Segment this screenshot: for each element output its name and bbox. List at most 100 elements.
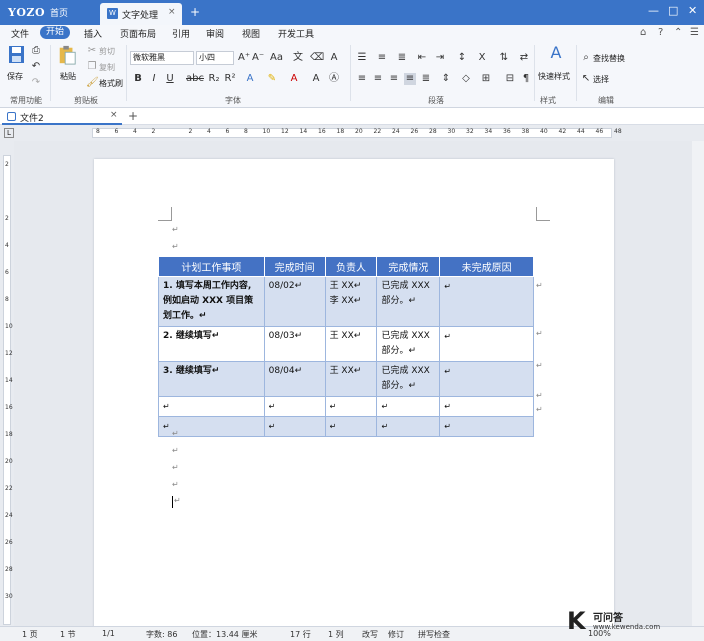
font-color-icon[interactable]: A [288,73,300,85]
numbering-icon[interactable]: ≡ [376,52,388,64]
font-size-select[interactable]: 小四 [196,51,234,65]
menu-insert[interactable]: 插入 [84,27,102,40]
table-cell[interactable]: ↵ [263,396,326,417]
justify-icon[interactable]: ≡ [404,73,416,85]
table-cell[interactable]: 王 XX↵ [324,326,378,362]
menu-page-layout[interactable]: 页面布局 [120,27,156,40]
table-cell[interactable]: 2. 继续填写↵ [158,326,265,362]
close-window-icon[interactable]: ✕ [688,4,697,17]
menu-reference[interactable]: 引用 [172,27,190,40]
table-cell[interactable]: ↵ [439,276,534,327]
status-spellcheck[interactable]: 拼写检查 [418,629,450,640]
bullets-icon[interactable]: ☰ [356,52,368,64]
paste-button[interactable]: 粘贴 [60,71,76,82]
document-tab[interactable]: 文件2 × [2,108,122,125]
quick-style-button[interactable]: 快速样式 [538,71,570,82]
table-cell[interactable]: ↵ [376,416,441,437]
grow-font-icon[interactable]: A⁺ [238,52,250,64]
italic-icon[interactable]: I [148,73,160,85]
header-reason[interactable]: 未完成原因 [439,256,534,277]
table-cell[interactable]: ↵ [324,396,378,417]
clear-format-icon[interactable]: ⌫ [310,52,324,64]
underline-icon[interactable]: U [164,73,176,85]
document-page[interactable]: ↵ ↵ 计划工作事项 完成时间 负责人 完成情况 未完成原因 1. 填写本周工作… [94,159,614,629]
table-cell[interactable]: ↵ [263,416,326,437]
char-shading-icon[interactable]: A [310,73,322,85]
horizontal-ruler[interactable]: L 8 6 4 2 2 4 6 8 10 12 14 16 18 20 22 24 26 28 30 32 34 36 38… [0,125,704,141]
table-cell[interactable]: 08/04↵ [263,361,326,397]
table-cell[interactable]: 已完成 XXX 部分。↵ [376,361,441,397]
tab-stop-selector[interactable]: L [4,128,14,138]
font-name-select[interactable]: 微软雅黑 [130,51,194,65]
document-app-tab[interactable]: W 文字处理 × [100,3,182,25]
header-status[interactable]: 完成情况 [376,256,441,277]
table-cell[interactable]: ↵ [439,396,534,417]
paste-icon[interactable] [56,45,78,65]
paragraph-mark-icon[interactable]: ¶ [520,73,532,85]
subscript-icon[interactable]: R₂ [208,73,220,85]
format-painter-button[interactable]: 格式刷 [99,78,123,89]
multilevel-list-icon[interactable]: ≣ [396,52,408,64]
new-document-icon[interactable]: + [128,109,138,123]
char-border-icon[interactable]: A [328,52,340,64]
minimize-icon[interactable]: — [648,4,659,17]
align-right-icon[interactable]: ≡ [388,73,400,85]
cut-icon[interactable]: ✂ [86,45,98,57]
distribute-icon[interactable]: ≣ [420,73,432,85]
header-due-date[interactable]: 完成时间 [263,256,326,277]
copy-icon[interactable]: ❐ [86,61,98,73]
table-cell[interactable]: 3. 继续填写↵ [158,361,265,397]
shrink-font-icon[interactable]: A⁻ [252,52,264,64]
status-word-count[interactable]: 字数: 86 [146,629,177,640]
save-icon[interactable] [6,45,28,65]
align-left-icon[interactable]: ≡ [356,73,368,85]
increase-indent-icon[interactable]: ⇥ [434,52,446,64]
copy-button[interactable]: 复制 [99,62,115,73]
strikethrough-icon[interactable]: abc [186,73,204,85]
quick-style-icon[interactable]: A [547,45,565,61]
table-cell[interactable]: 王 XX↵ [324,361,378,397]
table-insert-icon[interactable]: ⊟ [504,73,516,85]
line-spacing-icon[interactable]: ⇕ [440,73,452,85]
text-effect-icon[interactable]: A [244,73,256,85]
shading-icon[interactable]: ◇ [460,73,472,85]
align-center-icon[interactable]: ≡ [372,73,384,85]
decrease-indent-icon[interactable]: ⇤ [416,52,428,64]
chinese-layout-icon[interactable]: X [476,52,488,64]
table-cell[interactable]: 08/02↵ [263,276,326,327]
menu-start[interactable]: 开始 [40,26,71,39]
table-cell[interactable]: ↵ [439,326,534,362]
table-cell[interactable]: 已完成 XXX 部分。↵ [376,276,441,327]
header-task[interactable]: 计划工作事项 [158,256,265,277]
status-track-changes[interactable]: 修订 [388,629,404,640]
select-button[interactable]: 选择 [593,74,609,85]
collapse-ribbon-icon[interactable]: ⌂ [640,27,646,38]
vertical-ruler[interactable]: 2 2 4 6 8 10 12 14 16 18 20 22 24 26 28 30 [0,141,14,626]
cut-button[interactable]: 剪切 [99,46,115,57]
superscript-icon[interactable]: R² [224,73,236,85]
new-tab-icon[interactable]: + [190,5,200,19]
status-overtype[interactable]: 改写 [362,629,378,640]
menu-review[interactable]: 审阅 [206,27,224,40]
table-cell[interactable]: ↵ [158,396,265,417]
home-tab[interactable]: 首页 [50,6,68,19]
close-icon[interactable]: × [110,110,118,120]
table-cell[interactable]: 王 XX↵ 李 XX↵ [324,276,378,327]
table-cell[interactable]: ↵ [439,361,534,397]
find-replace-button[interactable]: 查找替换 [593,53,625,64]
enclose-char-icon[interactable]: Ⓐ [328,73,340,85]
maximize-icon[interactable]: □ [668,4,678,17]
ribbon-toggle-icon[interactable]: ⌃ [674,27,682,38]
text-direction-icon[interactable]: ↕ [456,52,468,64]
undo-icon[interactable]: ↶ [30,61,42,73]
table-cell[interactable]: 1. 填写本周工作内容, 例如启动 XXX 项目策划工作。↵ [158,276,265,327]
close-icon[interactable]: × [168,7,176,17]
menu-developer[interactable]: 开发工具 [278,27,314,40]
table-cell[interactable]: ↵ [324,416,378,437]
format-painter-icon[interactable]: 🖌 [86,77,99,89]
save-button[interactable]: 保存 [7,71,23,82]
sort-icon[interactable]: ⇅ [498,52,510,64]
options-icon[interactable]: ☰ [690,27,699,38]
table-cell[interactable]: 已完成 XXX 部分。↵ [376,326,441,362]
show-marks-icon[interactable]: ⇄ [518,52,530,64]
